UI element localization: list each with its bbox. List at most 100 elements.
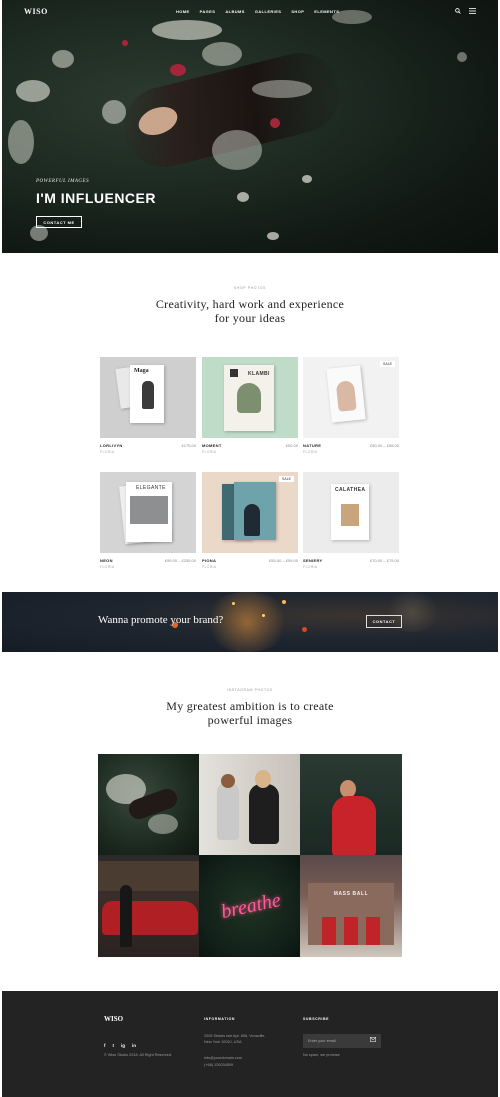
product-image[interactable]: ELEGANTE — [100, 472, 196, 553]
blossom-cluster — [102, 100, 126, 124]
product-price: £50.00 — [285, 443, 298, 448]
subscribe-form — [303, 1034, 381, 1048]
main-nav: HOME PAGES ALBUMS GALLERIES SHOP ELEMENT… — [176, 9, 339, 14]
cover-photo — [341, 504, 359, 526]
product-image[interactable]: SALE — [303, 357, 399, 438]
magazine-cover: KLAMBI — [224, 365, 274, 431]
gallery-photo[interactable] — [98, 754, 199, 855]
bokeh-light — [262, 614, 265, 617]
product-name[interactable]: MOMENT — [202, 443, 222, 448]
product-name[interactable]: SENIERY — [303, 558, 323, 563]
product-name[interactable]: LORLIVYN — [100, 443, 123, 448]
product-card[interactable]: SALE NATURE £50.00 – £58.00 FLORIA — [303, 357, 399, 454]
subscribe-email-input[interactable] — [308, 1039, 368, 1043]
social-links: f t ig in — [104, 1043, 136, 1048]
neon-sign: breathe — [219, 888, 283, 924]
product-name[interactable]: PIONA — [202, 558, 216, 563]
search-icon[interactable] — [455, 8, 461, 16]
gallery-figure — [221, 774, 235, 788]
facebook-icon[interactable]: f — [104, 1043, 106, 1048]
gallery-figure — [249, 784, 279, 844]
nav-item-home[interactable]: HOME — [176, 9, 190, 14]
product-price: £70.00 – £75.00 — [370, 558, 399, 563]
product-name[interactable]: NEON — [100, 558, 113, 563]
product-image[interactable]: KLAMBI — [202, 357, 298, 438]
blossom-cluster — [212, 130, 262, 170]
nav-item-shop[interactable]: SHOP — [291, 9, 304, 14]
cover-photo — [244, 504, 260, 536]
magazine-cover: ELEGANTE — [126, 482, 172, 542]
hero-title: I'M INFLUENCER — [36, 190, 156, 206]
shop-heading-line2: for your ideas — [214, 311, 286, 325]
rose — [122, 40, 128, 46]
product-category[interactable]: FLORIA — [100, 450, 114, 454]
nav-item-elements[interactable]: ELEMENTS — [314, 9, 339, 14]
gallery-photo[interactable]: MASS BALL — [300, 855, 402, 957]
product-category[interactable]: FLORIA — [303, 450, 317, 454]
gallery-kicker: INSTAGRAM PHOTOS — [227, 688, 273, 692]
product-price: £99.00 – £255.00 — [164, 558, 196, 563]
product-image[interactable]: SALE — [202, 472, 298, 553]
storefront — [98, 861, 199, 891]
gallery-figure — [120, 885, 132, 947]
linkedin-icon[interactable]: in — [132, 1043, 136, 1048]
shop-heading-line1: Creativity, hard work and experience — [155, 297, 345, 311]
blossom-cluster — [16, 80, 50, 102]
hero-contact-button[interactable]: CONTACT ME — [36, 216, 82, 228]
blossom-cluster — [252, 80, 312, 98]
cover-mark — [230, 369, 238, 377]
nav-icons — [455, 8, 476, 16]
gallery-heading-line1: My greatest ambition is to create — [166, 699, 334, 713]
gallery-photo[interactable]: breathe — [199, 855, 300, 957]
gallery-photo[interactable] — [300, 754, 402, 855]
product-category[interactable]: FLORIA — [100, 565, 114, 569]
red-door — [366, 917, 380, 945]
shop-kicker: SHOP PHOTOS — [233, 286, 267, 290]
bokeh-light — [302, 627, 307, 632]
cover-photo — [335, 380, 357, 412]
product-card[interactable]: CALATHEA SENIERY £70.00 – £75.00 FLORIA — [303, 472, 399, 569]
cover-title: ELEGANTE — [136, 485, 166, 491]
gallery-photo[interactable] — [98, 855, 199, 957]
nav-item-galleries[interactable]: GALLERIES — [255, 9, 282, 14]
promo-text: Wanna promote your brand? — [98, 614, 224, 626]
product-card[interactable]: SALE PIONA £55.00 – £59.00 FLORIA — [202, 472, 298, 569]
mail-icon[interactable] — [370, 1037, 376, 1044]
footer-phone: (+68) 120034509 — [204, 1063, 234, 1067]
red-door — [322, 917, 336, 945]
copyright: © Wiso Studio 2018. All Right Reserved. — [104, 1053, 173, 1057]
nav-item-pages[interactable]: PAGES — [200, 9, 216, 14]
blossom-cluster — [8, 120, 34, 164]
cover-photo — [142, 381, 154, 409]
product-image[interactable]: CALATHEA — [303, 472, 399, 553]
product-category[interactable]: FLORIA — [202, 450, 216, 454]
cover-photo — [130, 496, 168, 524]
magazine-cover — [326, 365, 366, 423]
product-card[interactable]: KLAMBI MOMENT £50.00 FLORIA — [202, 357, 298, 454]
product-image[interactable]: Maga — [100, 357, 196, 438]
building-sign: MASS BALL — [333, 891, 369, 897]
cover-photo — [237, 383, 261, 413]
nav-item-albums[interactable]: ALBUMS — [225, 9, 245, 14]
product-category[interactable]: FLORIA — [202, 565, 216, 569]
cover-title: KLAMBI — [248, 371, 270, 377]
promo-contact-button[interactable]: CONTACT — [366, 615, 402, 628]
footer-email-link[interactable]: info@yourdomain.com — [204, 1056, 242, 1062]
product-name[interactable]: NATURE — [303, 443, 321, 448]
instagram-icon[interactable]: ig — [121, 1043, 125, 1048]
twitter-icon[interactable]: t — [113, 1043, 115, 1048]
product-price: £175.00 — [181, 443, 196, 448]
gallery-photo[interactable] — [199, 754, 300, 855]
product-card[interactable]: ELEGANTE NEON £99.00 – £255.00 FLORIA — [100, 472, 196, 569]
cover-title: CALATHEA — [335, 487, 366, 493]
magazine-cover: Maga — [130, 365, 164, 423]
product-price: £50.00 – £58.00 — [370, 443, 399, 448]
product-category[interactable]: FLORIA — [303, 565, 317, 569]
blossom — [237, 192, 249, 202]
site-logo[interactable]: WISO — [24, 7, 48, 16]
bokeh-light — [282, 600, 286, 604]
product-card[interactable]: Maga LORLIVYN £175.00 FLORIA — [100, 357, 196, 454]
menu-icon[interactable] — [469, 8, 476, 16]
subscribe-heading: SUBSCRIBE — [303, 1017, 330, 1021]
footer-logo[interactable]: WISO — [104, 1015, 123, 1023]
